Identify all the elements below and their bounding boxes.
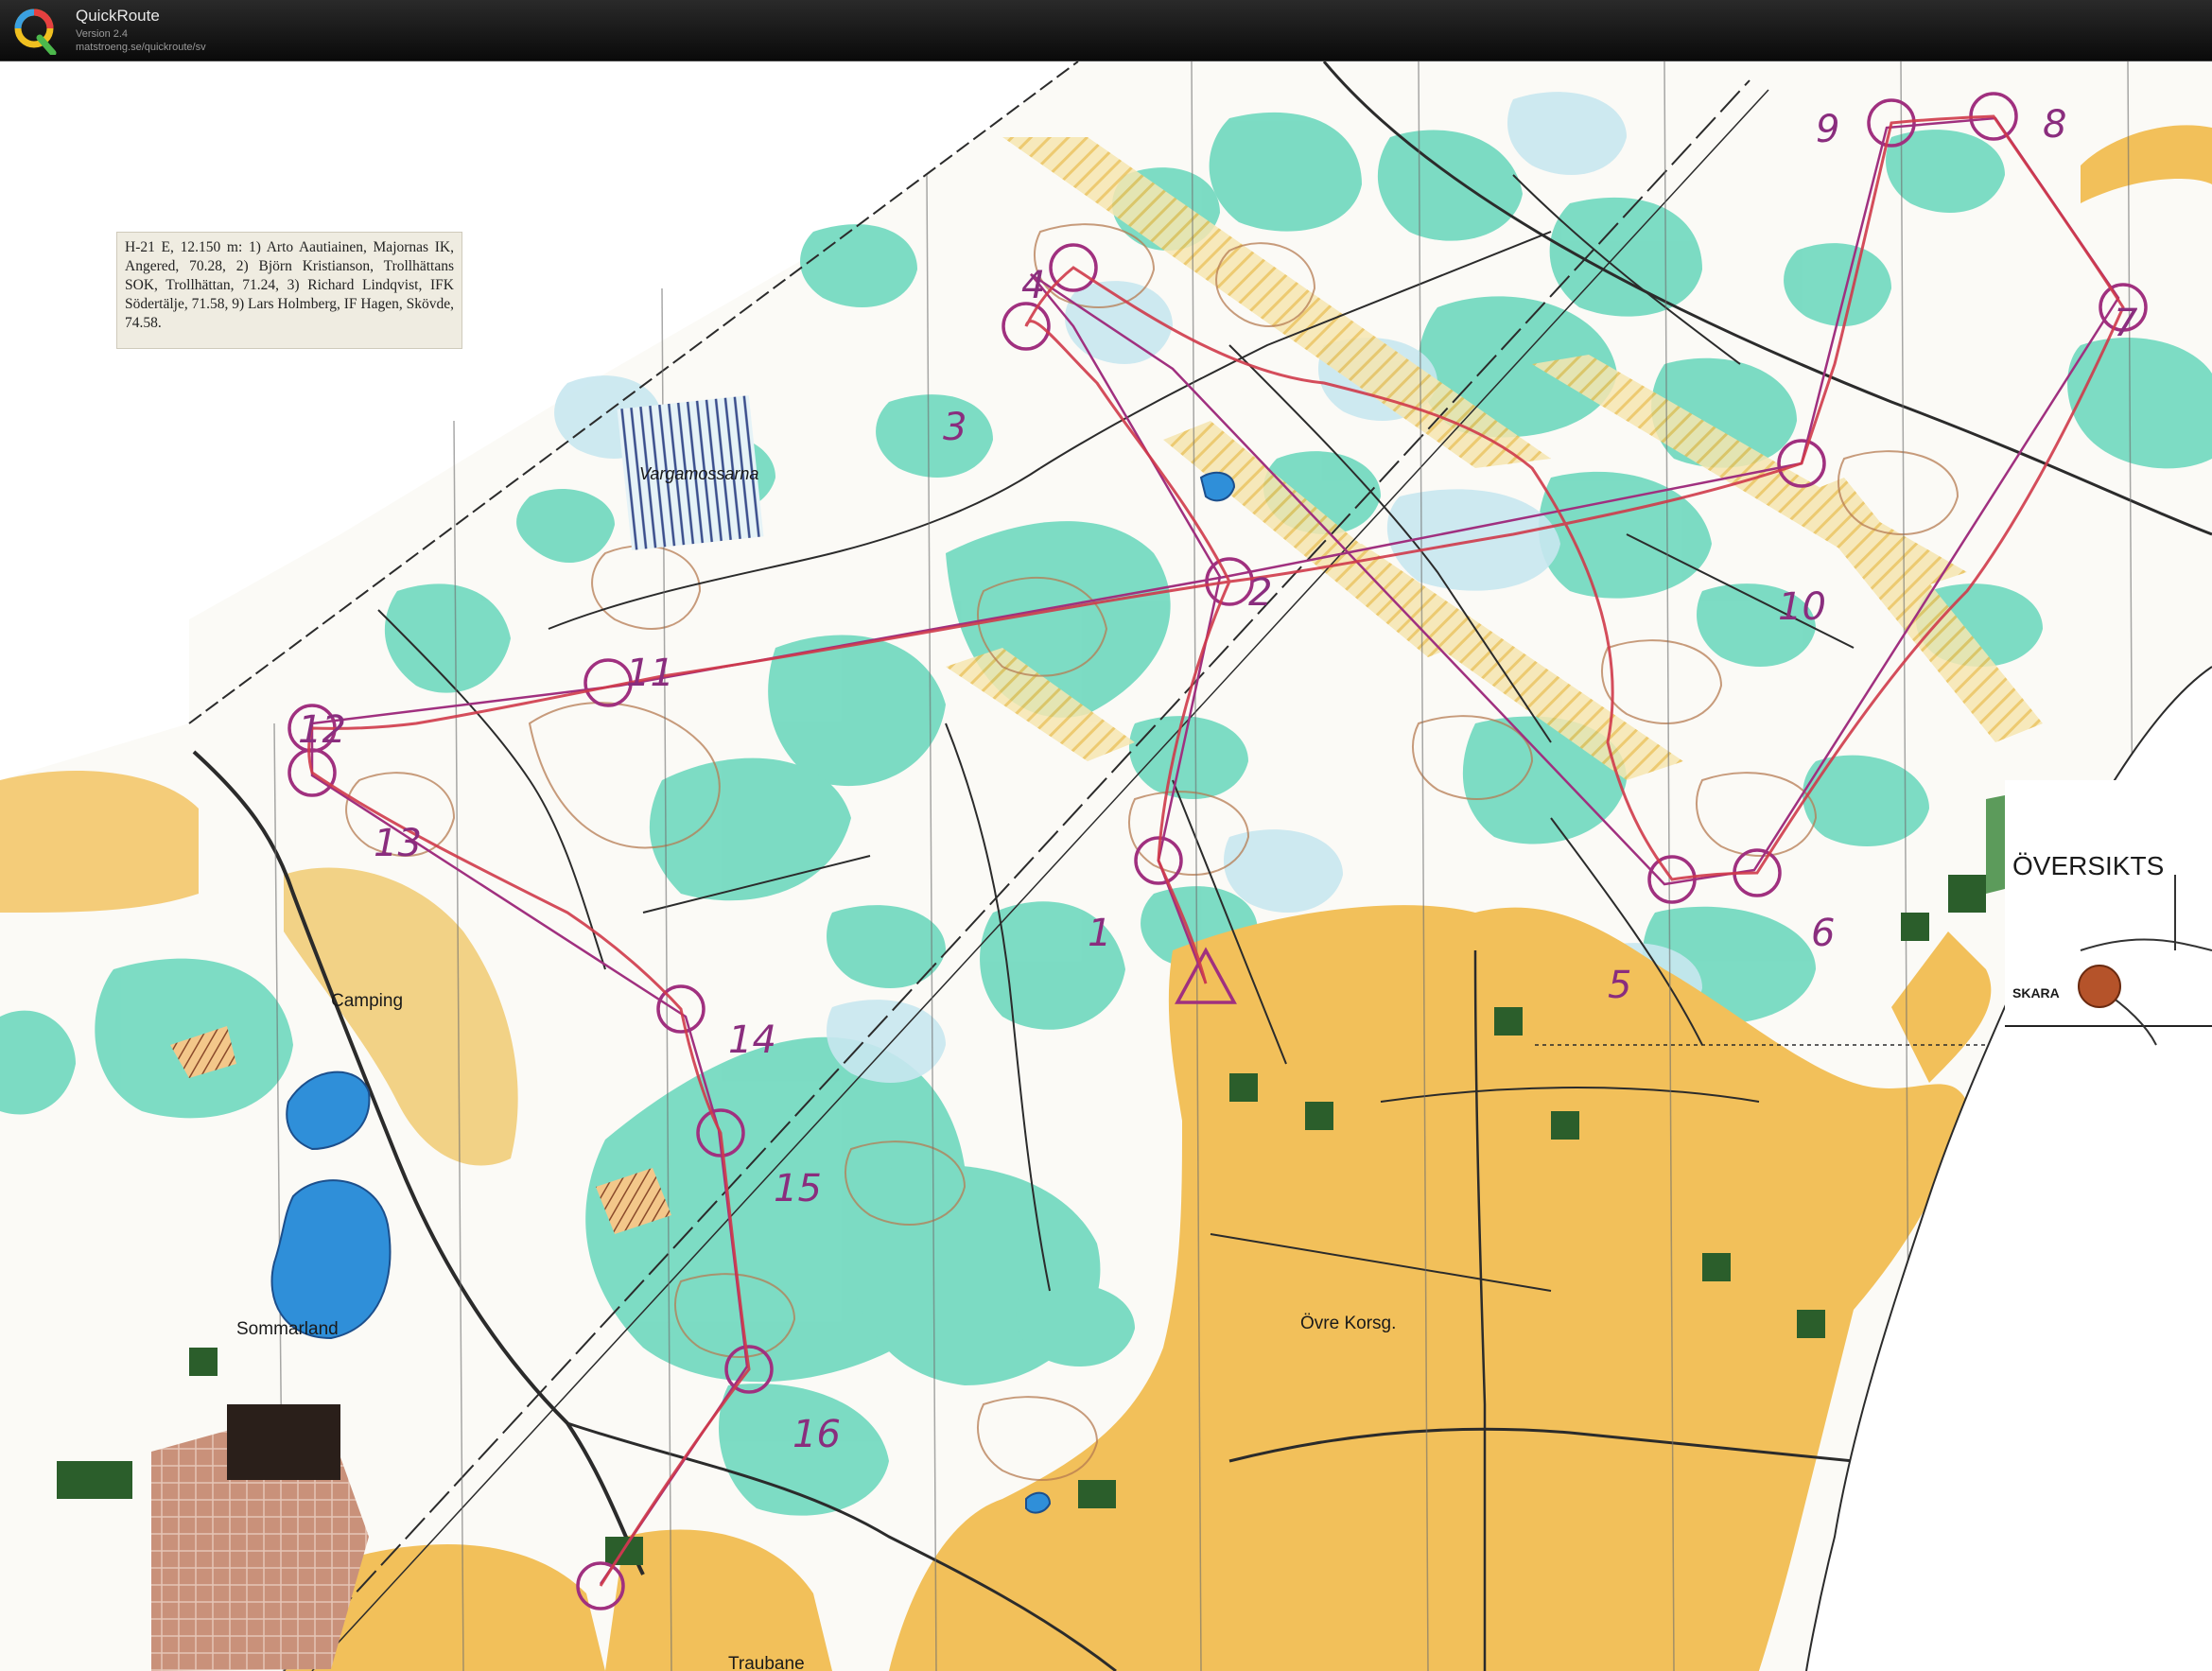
title-bar: QuickRoute Version 2.4 matstroeng.se/qui… <box>0 0 2212 61</box>
results-clipping: H-21 E, 12.150 m: 1) Arto Aautiainen, Ma… <box>116 232 462 349</box>
camping-label: Camping <box>331 991 403 1011</box>
control-number-1: 1 <box>1088 912 1111 955</box>
skara-marker <box>2078 965 2121 1008</box>
control-number-13: 13 <box>374 822 422 865</box>
farmland-west <box>0 771 199 913</box>
control-number-5: 5 <box>1608 964 1631 1007</box>
quickroute-logo-icon <box>14 9 57 55</box>
control-number-14: 14 <box>728 1018 776 1062</box>
control-number-8: 8 <box>2043 103 2066 147</box>
app-url[interactable]: matstroeng.se/quickroute/sv <box>76 42 206 53</box>
sommarland-label: Sommarland <box>236 1319 339 1339</box>
orienteering-map[interactable]: ÖVERSIKTS SKARA Vargamossarna Camping So… <box>0 61 2212 1671</box>
vargamossarna-label: Vargamossarna <box>639 464 758 483</box>
control-number-15: 15 <box>774 1167 822 1210</box>
control-number-10: 10 <box>1778 585 1826 629</box>
app-version: Version 2.4 <box>76 28 129 40</box>
control-number-3: 3 <box>943 406 967 449</box>
control-number-9: 9 <box>1816 108 1839 151</box>
pond-2 <box>1025 1491 1052 1514</box>
pond-1 <box>1199 471 1236 502</box>
oversikts-label: ÖVERSIKTS <box>2012 851 2164 880</box>
control-number-16: 16 <box>792 1413 841 1456</box>
ovre-korsg-label: Övre Korsg. <box>1300 1314 1396 1333</box>
overview-inset: ÖVERSIKTS SKARA <box>2005 780 2212 1054</box>
skara-label: SKARA <box>2012 985 2060 1001</box>
lake-sommarland <box>270 1179 392 1340</box>
trubbad-label: Traubane <box>728 1654 805 1671</box>
app-title: QuickRoute <box>76 7 160 25</box>
control-number-2: 2 <box>1248 571 1272 615</box>
control-number-6: 6 <box>1811 912 1835 955</box>
control-number-7: 7 <box>2114 302 2138 345</box>
large-building <box>227 1404 340 1480</box>
control-number-4: 4 <box>1021 264 1045 307</box>
control-number-12: 12 <box>298 708 346 752</box>
control-number-11: 11 <box>626 652 674 695</box>
